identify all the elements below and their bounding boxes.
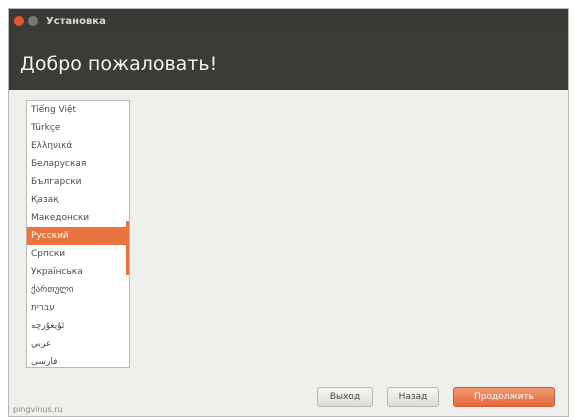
language-item[interactable]: Беларуская (27, 155, 129, 173)
language-item[interactable]: Български (27, 173, 129, 191)
language-item[interactable]: ئۇيغۇرچە (27, 317, 129, 335)
scrollbar-thumb[interactable] (126, 221, 129, 275)
language-item[interactable]: Қазақ (27, 191, 129, 209)
language-item[interactable]: Македонски (27, 209, 129, 227)
close-icon[interactable] (14, 16, 24, 26)
language-item[interactable]: עברית (27, 299, 129, 317)
titlebar: Установка (9, 9, 568, 35)
language-item[interactable]: Tiếng Việt (27, 101, 129, 119)
language-item[interactable]: ქართული (27, 281, 129, 299)
status-text: pingvinus.ru (13, 405, 63, 414)
installer-window: Установка Добро пожаловать! Tiếng Việt Tü… (8, 8, 569, 417)
language-item[interactable]: Ελληνικά (27, 137, 129, 155)
language-item[interactable]: Српски (27, 245, 129, 263)
page-title: Добро пожаловать! (20, 53, 218, 75)
language-list[interactable]: Tiếng Việt Türkçe Ελληνικά Беларуская Българ… (26, 100, 130, 368)
header-banner: Добро пожаловать! (9, 35, 568, 90)
language-item[interactable]: عربي (27, 335, 129, 353)
language-item[interactable]: Русский (27, 227, 129, 245)
language-item[interactable]: Türkçe (27, 119, 129, 137)
language-item[interactable]: فارسی (27, 353, 129, 367)
continue-button[interactable]: Продолжить (453, 387, 555, 407)
minimize-icon[interactable] (28, 16, 38, 26)
quit-button[interactable]: Выход (317, 387, 373, 407)
language-item[interactable]: Українська (27, 263, 129, 281)
window-title: Установка (46, 16, 106, 27)
back-button[interactable]: Назад (387, 387, 439, 407)
